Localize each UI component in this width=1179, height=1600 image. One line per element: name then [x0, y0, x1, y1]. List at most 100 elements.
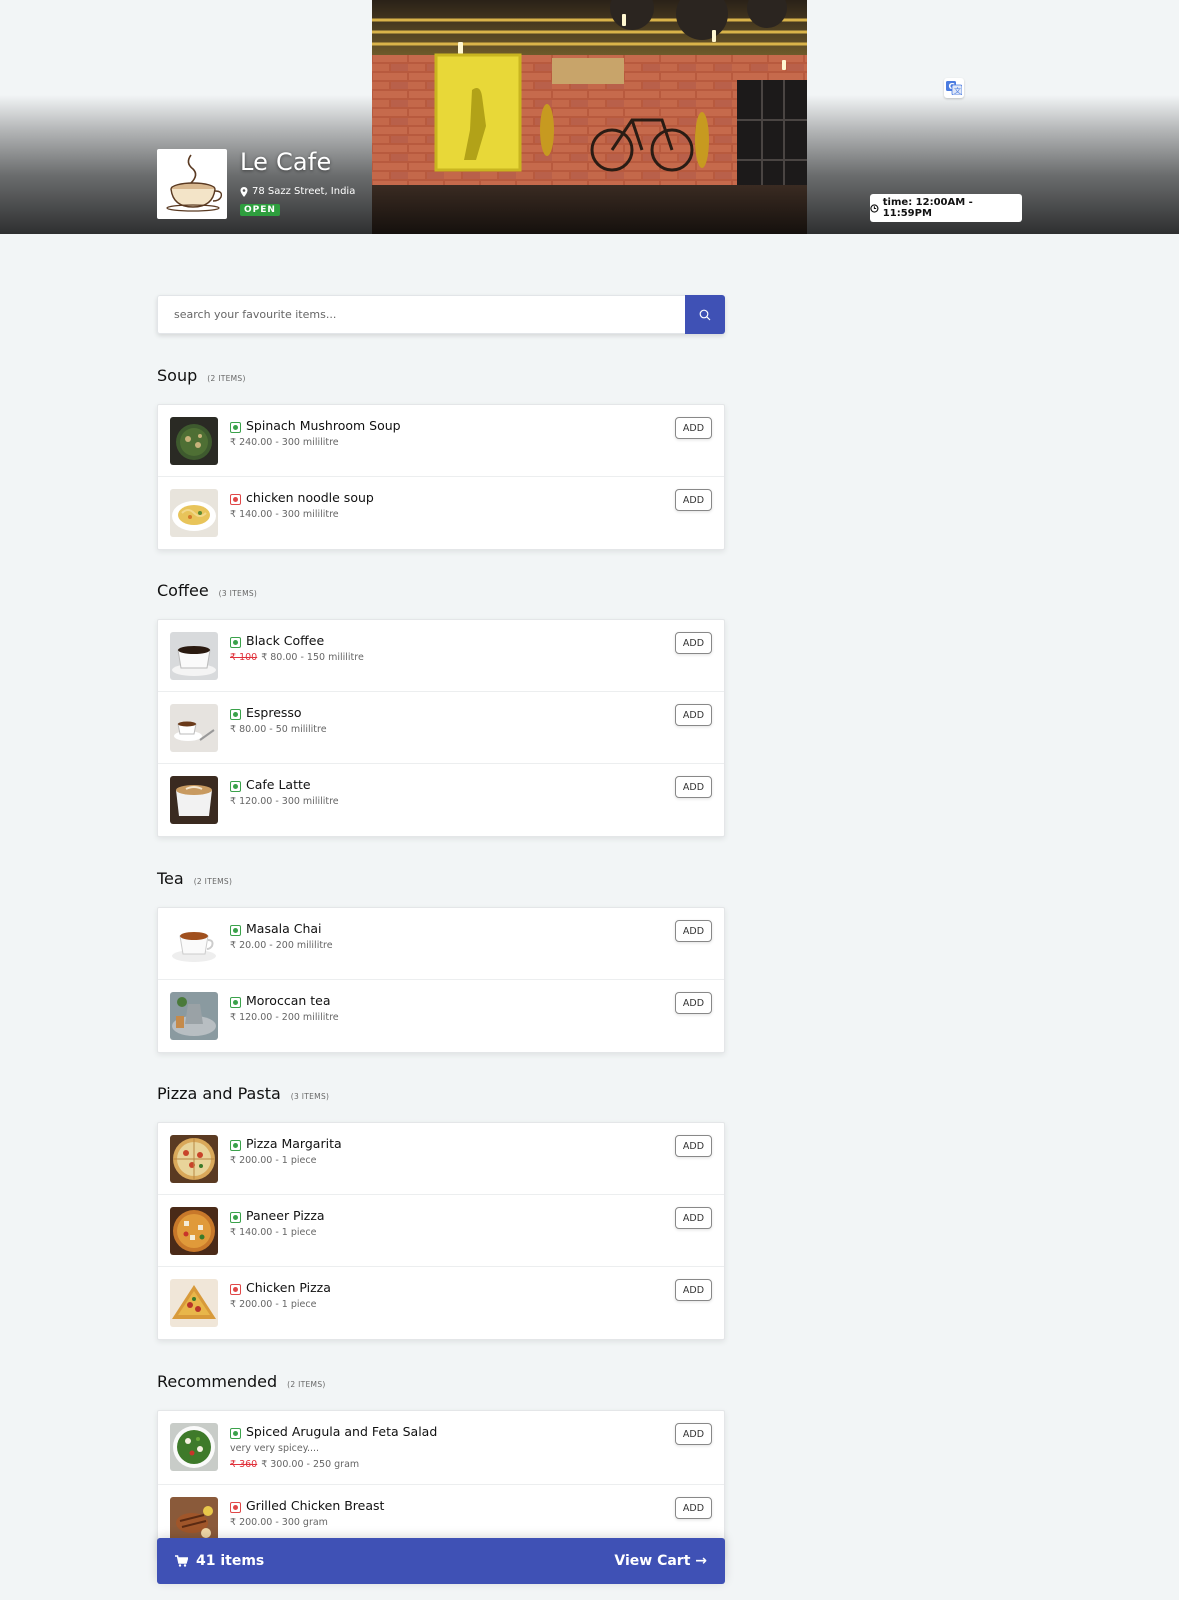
category-header-coffee: Coffee (3 ITEMS): [157, 581, 257, 600]
item-price: ₹ 240.00 - 300 mililitre: [230, 437, 339, 448]
item-image: [170, 1207, 218, 1255]
menu-item: Masala Chai ₹ 20.00 - 200 mililitre ADD: [158, 908, 724, 980]
search-icon: [699, 309, 711, 320]
category-count: (3 ITEMS): [290, 1092, 330, 1101]
original-price: ₹ 360: [230, 1459, 258, 1470]
item-name: Black Coffee: [246, 633, 325, 648]
add-button[interactable]: ADD: [675, 632, 712, 654]
cafe-address: 78 Sazz Street, India: [240, 186, 355, 197]
add-button[interactable]: ADD: [675, 1207, 712, 1229]
item-image: [170, 489, 218, 537]
item-image: [170, 632, 218, 680]
original-price: ₹ 100: [230, 652, 258, 663]
item-name: chicken noodle soup: [246, 490, 374, 505]
nonveg-indicator-icon: [230, 1284, 241, 1295]
item-name: Pizza Margarita: [246, 1136, 342, 1151]
category-count: (2 ITEMS): [287, 1380, 326, 1389]
category-count: (2 ITEMS): [193, 877, 233, 886]
current-price: ₹ 300.00 - 250 gram: [261, 1459, 360, 1470]
item-name: Espresso: [246, 705, 302, 720]
clock-icon: [870, 203, 879, 213]
add-button[interactable]: ADD: [675, 1497, 712, 1519]
menu-item: Chicken Pizza ₹ 200.00 - 1 piece ADD: [158, 1267, 724, 1339]
item-description: very very spicey....: [230, 1443, 320, 1454]
category-card-soup: Spinach Mushroom Soup ₹ 240.00 - 300 mil…: [157, 404, 725, 550]
category-card-tea: Masala Chai ₹ 20.00 - 200 mililitre ADD …: [157, 907, 725, 1053]
item-price: ₹ 120.00 - 300 mililitre: [230, 796, 339, 807]
menu-item: Moroccan tea ₹ 120.00 - 200 mililitre AD…: [158, 980, 724, 1052]
veg-indicator-icon: [230, 925, 241, 936]
veg-indicator-icon: [230, 422, 241, 433]
item-image: [170, 704, 218, 752]
menu-item: Spinach Mushroom Soup ₹ 240.00 - 300 mil…: [158, 405, 724, 477]
menu-item: Black Coffee ₹ 100 ₹ 80.00 - 150 mililitr…: [158, 620, 724, 692]
item-image: [170, 1423, 218, 1471]
category-card-recommended: Spiced Arugula and Feta Salad very very …: [157, 1410, 725, 1558]
category-header-pizza-and-pasta: Pizza and Pasta (3 ITEMS): [157, 1084, 329, 1103]
category-title: Pizza and Pasta: [157, 1084, 281, 1103]
item-image: [170, 776, 218, 824]
status-badge: OPEN: [240, 204, 280, 216]
menu-item: Spiced Arugula and Feta Salad very very …: [158, 1411, 724, 1485]
view-cart-button[interactable]: View Cart →: [614, 1553, 707, 1569]
category-title: Recommended: [157, 1372, 278, 1391]
cafe-cover-photo: [372, 0, 807, 234]
veg-indicator-icon: [230, 997, 241, 1008]
search-bar: [157, 295, 725, 334]
view-cart-bar[interactable]: 41 items View Cart →: [157, 1538, 725, 1584]
menu-item: Pizza Margarita ₹ 200.00 - 1 piece ADD: [158, 1123, 724, 1195]
add-button[interactable]: ADD: [675, 1279, 712, 1301]
item-price: ₹ 120.00 - 200 mililitre: [230, 1012, 339, 1023]
add-button[interactable]: ADD: [675, 1135, 712, 1157]
item-name: Paneer Pizza: [246, 1208, 325, 1223]
opening-hours-text: time: 12:00AM - 11:59PM: [882, 197, 973, 219]
item-price: ₹ 140.00 - 1 piece: [230, 1227, 317, 1238]
add-button[interactable]: ADD: [675, 776, 712, 798]
menu-item: Paneer Pizza ₹ 140.00 - 1 piece ADD: [158, 1195, 724, 1267]
menu-item: Cafe Latte ₹ 120.00 - 300 mililitre ADD: [158, 764, 724, 836]
svg-text:文: 文: [954, 86, 961, 95]
item-image: [170, 920, 218, 968]
item-image: [170, 992, 218, 1040]
search-input[interactable]: [157, 295, 685, 334]
item-price: ₹ 200.00 - 1 piece: [230, 1299, 317, 1310]
item-price: ₹ 200.00 - 300 gram: [230, 1517, 328, 1528]
nonveg-indicator-icon: [230, 1502, 241, 1513]
menu-item: chicken noodle soup ₹ 140.00 - 300 milil…: [158, 477, 724, 549]
cafe-name: Le Cafe: [240, 148, 332, 176]
category-count: (3 ITEMS): [218, 589, 258, 598]
category-count: (2 ITEMS): [207, 374, 246, 383]
add-button[interactable]: ADD: [675, 920, 712, 942]
address-text: 78 Sazz Street, India: [252, 186, 356, 197]
translate-icon[interactable]: G 文: [944, 78, 964, 98]
item-name: Spiced Arugula and Feta Salad: [246, 1424, 438, 1439]
add-button[interactable]: ADD: [675, 489, 712, 511]
veg-indicator-icon: [230, 1212, 241, 1223]
item-name: Cafe Latte: [246, 777, 311, 792]
item-name: Moroccan tea: [246, 993, 331, 1008]
item-image: [170, 1135, 218, 1183]
category-title: Coffee: [157, 581, 209, 600]
item-name: Chicken Pizza: [246, 1280, 331, 1295]
item-price: ₹ 360 ₹ 300.00 - 250 gram: [230, 1459, 359, 1470]
nonveg-indicator-icon: [230, 494, 241, 505]
item-price: ₹ 20.00 - 200 mililitre: [230, 940, 333, 951]
cart-summary: 41 items: [175, 1553, 264, 1569]
item-name: Grilled Chicken Breast: [246, 1498, 385, 1513]
opening-hours: time: 12:00AM - 11:59PM: [870, 194, 1022, 222]
location-pin-icon: [240, 186, 248, 197]
item-price: ₹ 140.00 - 300 mililitre: [230, 509, 339, 520]
add-button[interactable]: ADD: [675, 992, 712, 1014]
category-header-recommended: Recommended (2 ITEMS): [157, 1372, 326, 1391]
veg-indicator-icon: [230, 1428, 241, 1439]
category-title: Soup: [157, 366, 198, 385]
item-price: ₹ 80.00 - 50 mililitre: [230, 724, 327, 735]
add-button[interactable]: ADD: [675, 1423, 712, 1445]
add-button[interactable]: ADD: [675, 417, 712, 439]
category-header-tea: Tea (2 ITEMS): [157, 869, 232, 888]
category-title: Tea: [157, 869, 184, 888]
add-button[interactable]: ADD: [675, 704, 712, 726]
search-button[interactable]: [685, 295, 725, 334]
current-price: ₹ 80.00 - 150 mililitre: [261, 652, 364, 663]
item-price: ₹ 100 ₹ 80.00 - 150 mililitre: [230, 652, 364, 663]
